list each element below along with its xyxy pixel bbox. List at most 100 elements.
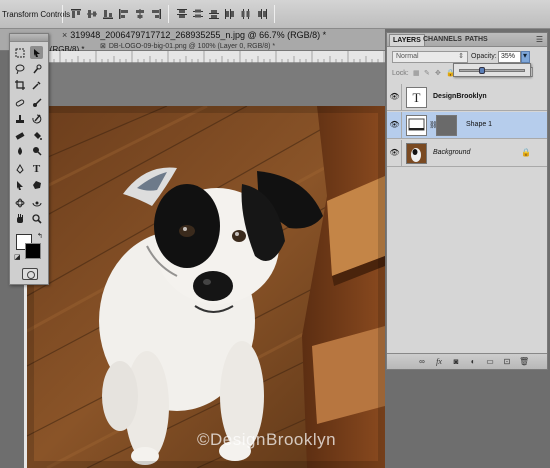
brush-tool-icon[interactable] [30, 96, 43, 109]
tab-channels[interactable]: CHANNELS [423, 36, 462, 43]
align-left-icon[interactable] [118, 8, 130, 20]
background-layer-thumbnail [406, 143, 427, 164]
opacity-input[interactable]: 35% [498, 51, 521, 63]
eraser-tool-icon[interactable] [13, 128, 26, 141]
dog-thumbnail-image [411, 148, 421, 162]
lock-pixels-icon[interactable]: ✎ [424, 69, 432, 77]
layer-name[interactable]: DesignBrooklyn [433, 93, 487, 100]
add-mask-icon[interactable]: ◙ [451, 357, 461, 367]
designbrooklyn-watermark: ©DesignBrooklyn [197, 430, 337, 449]
crop-tool-icon[interactable] [13, 78, 26, 91]
tab-active-document-title: 319948_2006479717712_268935255_n.jpg @ 6… [70, 30, 327, 40]
align-bottom-icon[interactable] [102, 8, 114, 20]
text-layer-thumbnail: T [406, 87, 427, 108]
lock-transparent-icon[interactable]: ▦ [413, 69, 421, 77]
options-separator [62, 5, 63, 23]
align-right-icon[interactable] [150, 8, 162, 20]
tools-panel-grip[interactable] [10, 34, 48, 42]
blur-tool-icon[interactable] [13, 144, 26, 157]
marquee-tool-icon[interactable] [13, 46, 26, 59]
opacity-slider-track[interactable] [459, 69, 525, 72]
history-brush-tool-icon[interactable] [30, 112, 43, 125]
blend-mode-select[interactable]: Normal ⇕ [392, 51, 468, 63]
new-group-icon[interactable]: ▭ [485, 357, 495, 367]
type-tool-icon[interactable]: T [30, 162, 43, 175]
delete-layer-icon[interactable]: 🗑 [519, 357, 529, 367]
adjustment-layer-icon[interactable]: ◐ [468, 357, 478, 367]
distribute-top-icon[interactable] [176, 8, 188, 20]
3d-orbit-tool-icon[interactable] [30, 196, 43, 209]
opacity-label: Opacity: [471, 53, 497, 60]
shape-layer-thumbnail [406, 115, 427, 136]
swap-colors-icon[interactable]: ↰ [37, 232, 43, 240]
document-tabs: × 319948_2006479717712_268935255_n.jpg @ … [0, 29, 385, 54]
eyedropper-tool-icon[interactable] [30, 78, 43, 91]
healing-brush-tool-icon[interactable] [13, 96, 26, 109]
opacity-slider-popup[interactable] [453, 63, 531, 77]
align-hcenter-icon[interactable] [134, 8, 146, 20]
options-bar: Transform Controls [0, 0, 550, 29]
distribute-bottom-icon[interactable] [208, 8, 220, 20]
layer-row-background[interactable]: 👁 Background 🔒 [387, 140, 547, 167]
transform-controls-label[interactable]: Transform Controls [2, 10, 70, 19]
distribute-hcenter-icon[interactable] [240, 8, 252, 20]
layers-panel-footer: ∞ fx ◙ ◐ ▭ ⊡ 🗑 [387, 353, 547, 369]
tab-paths[interactable]: PATHS [465, 36, 488, 43]
horizontal-ruler [23, 51, 385, 63]
dodge-tool-icon[interactable] [30, 144, 43, 157]
opacity-slider-thumb[interactable] [479, 67, 486, 74]
tab-logo-document[interactable]: ⊠ DB-LOGO-09-big-01.png @ 100% (Layer 0, … [100, 42, 275, 51]
paint-bucket-tool-icon[interactable] [30, 128, 43, 141]
chevron-down-icon: ⇕ [458, 53, 464, 60]
layer-name[interactable]: Background [433, 149, 470, 156]
distribute-left-icon[interactable] [224, 8, 236, 20]
background-color-swatch[interactable] [25, 243, 41, 259]
tab-layers[interactable]: LAYERS [389, 34, 425, 46]
tab-active-document[interactable]: × 319948_2006479717712_268935255_n.jpg @ … [62, 29, 326, 42]
close-tab-icon[interactable]: ⊠ [100, 42, 106, 51]
align-vcenter-icon[interactable] [86, 8, 98, 20]
layer-row-shape-1[interactable]: 👁 ⛓ Shape 1 [387, 112, 547, 139]
distribute-right-icon[interactable] [256, 8, 268, 20]
type-layer-icon: T [412, 89, 421, 105]
lasso-tool-icon[interactable] [13, 62, 26, 75]
close-tab-icon[interactable]: × [62, 29, 67, 42]
lock-icon: 🔒 [521, 148, 531, 157]
move-tool-icon[interactable] [30, 46, 43, 59]
opacity-dropdown-button[interactable] [521, 51, 530, 63]
3d-rotate-tool-icon[interactable] [13, 196, 26, 209]
blend-mode-value: Normal [396, 53, 419, 60]
panel-menu-icon[interactable]: ☰ [536, 35, 543, 44]
shape-thumbnail-icon [408, 118, 425, 131]
pen-tool-icon[interactable] [13, 162, 26, 175]
quick-selection-tool-icon[interactable] [30, 62, 43, 75]
zoom-tool-icon[interactable] [30, 212, 43, 225]
layer-name[interactable]: Shape 1 [466, 121, 492, 128]
align-top-icon[interactable] [70, 8, 82, 20]
eye-visibility-icon[interactable]: 👁 [389, 119, 400, 130]
eye-visibility-icon[interactable]: 👁 [389, 147, 400, 158]
ruler-ticks [23, 51, 385, 63]
layer-row-designbrooklyn[interactable]: 👁 T DesignBrooklyn [387, 84, 547, 111]
layers-panel: LAYERS CHANNELS PATHS ☰ Normal ⇕ Opacity… [386, 32, 548, 370]
vector-mask-thumbnail[interactable] [436, 115, 457, 136]
dog-photo-image [27, 106, 385, 468]
quick-mask-button[interactable] [22, 268, 38, 280]
tab-logo-document-title: DB-LOGO-09-big-01.png @ 100% (Layer 0, R… [108, 43, 276, 50]
default-colors-icon[interactable]: ◪ [14, 253, 21, 261]
panel-tabs: LAYERS CHANNELS PATHS ☰ [387, 33, 547, 47]
distribute-vcenter-icon[interactable] [192, 8, 204, 20]
new-layer-icon[interactable]: ⊡ [502, 357, 512, 367]
path-selection-tool-icon[interactable] [13, 178, 26, 191]
clone-stamp-tool-icon[interactable] [13, 112, 26, 125]
hand-tool-icon[interactable] [13, 212, 26, 225]
options-separator [274, 5, 275, 23]
dog-photo[interactable] [27, 106, 385, 468]
lock-label: Lock: [392, 70, 409, 77]
shape-tool-icon[interactable] [30, 178, 43, 191]
tools-panel: T ◪ ↰ [9, 33, 49, 285]
eye-visibility-icon[interactable]: 👁 [389, 91, 400, 102]
link-layers-icon[interactable]: ∞ [417, 357, 427, 367]
lock-position-icon[interactable]: ✥ [435, 69, 443, 77]
fx-icon[interactable]: fx [434, 357, 444, 367]
